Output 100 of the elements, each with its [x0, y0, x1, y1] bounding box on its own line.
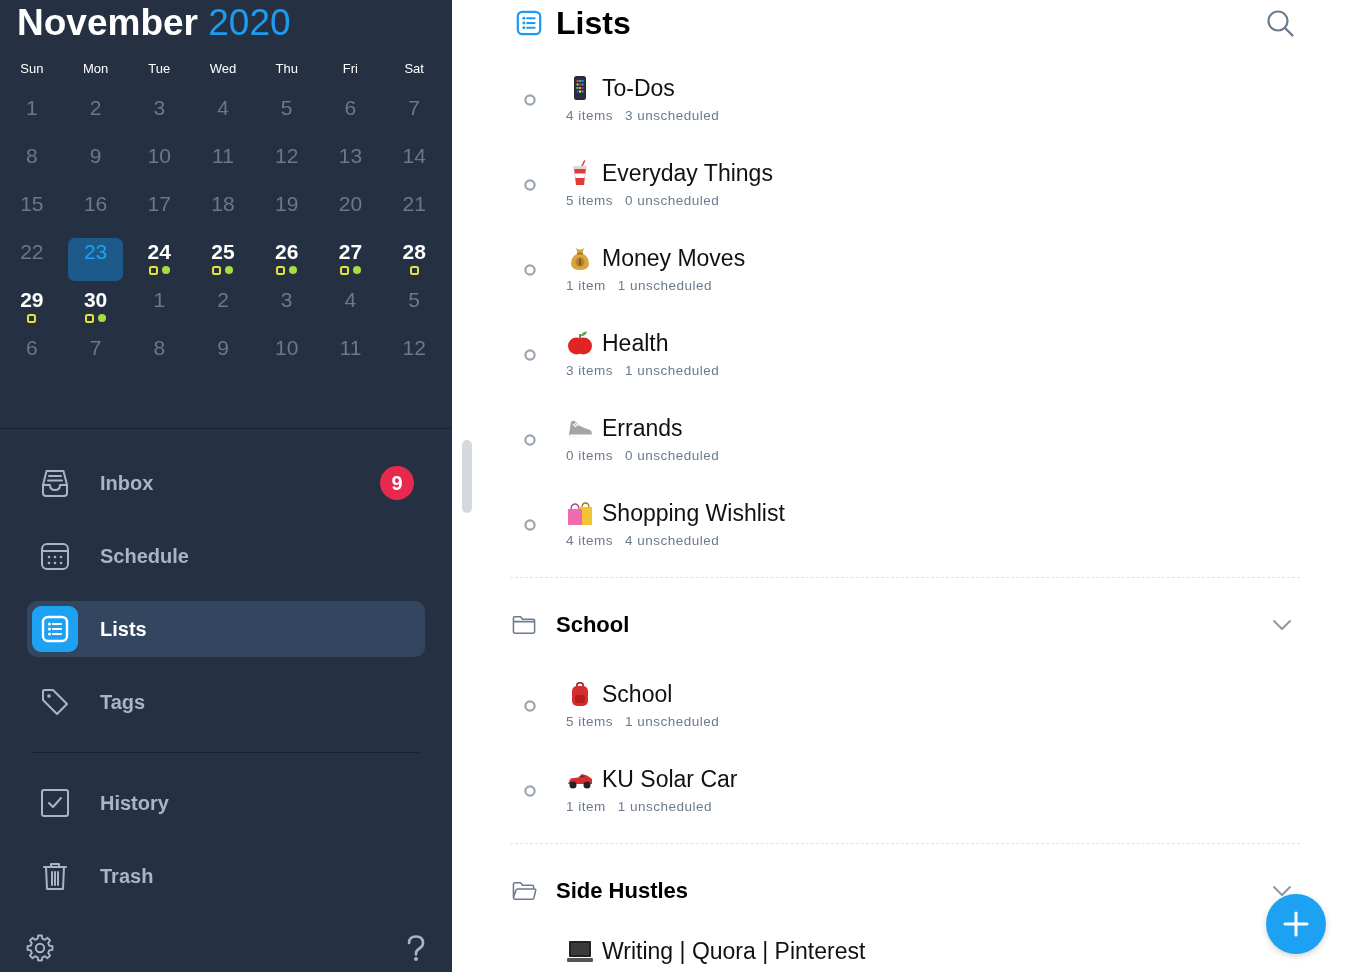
unread-count-badge: 9 — [380, 466, 414, 500]
calendar-day[interactable]: 28 — [386, 238, 442, 281]
calendar-day[interactable]: 12 — [386, 334, 442, 377]
calendar-day[interactable]: 5 — [386, 286, 442, 329]
nav-item[interactable]: Tags — [27, 674, 425, 730]
ring-icon — [524, 263, 536, 276]
folder-header[interactable]: Side Hustles — [510, 864, 1300, 918]
calendar-day[interactable]: 2 — [195, 286, 251, 329]
list-title[interactable]: To-Dos — [602, 74, 675, 102]
list-title[interactable]: KU Solar Car — [602, 765, 738, 793]
item-count: 1 item — [566, 277, 606, 295]
calendar-day[interactable]: 7 — [386, 94, 442, 137]
list-title[interactable]: Writing | Quora | Pinterest — [602, 938, 866, 964]
item-count: 3 items — [566, 362, 613, 380]
unscheduled-count: 4 unscheduled — [625, 532, 720, 550]
calendar-day[interactable]: 1 — [4, 94, 60, 137]
calendar-day[interactable]: 12 — [259, 142, 315, 185]
calendar-day[interactable]: 1 — [131, 286, 187, 329]
calendar-day[interactable]: 10 — [259, 334, 315, 377]
add-button[interactable] — [1266, 894, 1326, 954]
calendar-day[interactable]: 23 — [68, 238, 124, 281]
calendar-day[interactable]: 16 — [68, 190, 124, 233]
list-title[interactable]: School — [602, 680, 673, 708]
weekday-label: Sat — [404, 60, 424, 78]
nav-item[interactable]: Trash — [27, 848, 425, 904]
calendar-day[interactable]: 18 — [195, 190, 251, 233]
calendar-day[interactable]: 30 — [68, 286, 124, 329]
calendar-day[interactable]: 14 — [386, 142, 442, 185]
trash-icon — [40, 861, 70, 891]
checkbox-icon — [40, 788, 70, 818]
resize-handle[interactable] — [462, 440, 472, 513]
ring-icon — [524, 93, 536, 106]
calendar-day[interactable]: 22 — [4, 238, 60, 281]
list-title[interactable]: Health — [602, 329, 669, 357]
item-count: 1 item — [566, 798, 606, 816]
page-title: Lists — [556, 4, 631, 43]
calendar-day[interactable]: 3 — [259, 286, 315, 329]
weekday-label: Mon — [82, 60, 109, 78]
calendar-day[interactable]: 6 — [322, 94, 378, 137]
calendar-day[interactable]: 27 — [322, 238, 378, 281]
unscheduled-count: 0 unscheduled — [625, 192, 720, 210]
search-icon[interactable] — [1266, 9, 1294, 37]
list-title[interactable]: Everyday Things — [602, 159, 773, 187]
calendar-day[interactable]: 24 — [131, 238, 187, 281]
weekday-label: Tue — [148, 60, 171, 78]
item-count: 5 items — [566, 713, 613, 731]
calendar-day[interactable]: 5 — [259, 94, 315, 137]
calendar-day[interactable]: 15 — [4, 190, 60, 233]
calendar-day[interactable]: 8 — [131, 334, 187, 377]
calendar-day[interactable]: 29 — [4, 286, 60, 329]
calendar-day[interactable]: 11 — [322, 334, 378, 377]
calendar-day[interactable]: 17 — [131, 190, 187, 233]
chevron-down-icon[interactable] — [1272, 619, 1292, 631]
plus-icon — [1283, 911, 1309, 937]
month-year-title: November 2020 — [16, 1, 291, 45]
calendar-day[interactable]: 4 — [195, 94, 251, 137]
unscheduled-count: 1 unscheduled — [625, 362, 720, 380]
calendar-day[interactable]: 9 — [195, 334, 251, 377]
weekday-label: Thu — [275, 60, 298, 78]
calendar-day[interactable]: 2 — [68, 94, 124, 137]
chevron-down-icon[interactable] — [1272, 885, 1292, 897]
calendar-day[interactable]: 26 — [259, 238, 315, 281]
calendar-day[interactable]: 11 — [195, 142, 251, 185]
nav-item[interactable]: Lists — [27, 601, 425, 657]
nav-item[interactable]: History — [27, 775, 425, 831]
calendar-day[interactable]: 6 — [4, 334, 60, 377]
weekday-label: Wed — [209, 60, 237, 78]
unscheduled-count: 3 unscheduled — [625, 107, 720, 125]
list-title[interactable]: Errands — [602, 414, 683, 442]
item-count: 4 items — [566, 107, 613, 125]
open-folder-icon — [512, 881, 537, 901]
calendar-day[interactable]: 20 — [322, 190, 378, 233]
list-title[interactable]: Money Moves — [602, 244, 746, 272]
shopping-bags-icon — [567, 500, 593, 526]
calendar-day[interactable]: 4 — [322, 286, 378, 329]
help-icon[interactable] — [405, 934, 427, 962]
calendar-day[interactable]: 9 — [68, 142, 124, 185]
ring-icon — [524, 784, 536, 797]
calendar-day[interactable]: 25 — [195, 238, 251, 281]
unscheduled-count: 1 unscheduled — [617, 798, 713, 816]
ring-icon — [524, 178, 536, 191]
calendar-day[interactable]: 7 — [68, 334, 124, 377]
calendar-day[interactable]: 3 — [131, 94, 187, 137]
nav-item[interactable]: Schedule — [27, 528, 425, 584]
calendar-day[interactable]: 8 — [4, 142, 60, 185]
settings-icon[interactable] — [26, 934, 54, 962]
folder-header[interactable]: School — [510, 598, 1300, 652]
ring-icon — [524, 699, 536, 712]
calendar-day[interactable]: 13 — [322, 142, 378, 185]
list-icon — [515, 9, 543, 37]
list-title[interactable]: Shopping Wishlist — [602, 499, 785, 527]
nav-item[interactable]: Inbox 9 — [27, 455, 425, 511]
item-count: 0 items — [566, 447, 613, 465]
inbox-icon — [40, 468, 70, 498]
calendar-day[interactable]: 19 — [259, 190, 315, 233]
calendar-day[interactable]: 21 — [386, 190, 442, 233]
unscheduled-count: 1 unscheduled — [617, 277, 713, 295]
calendar-day[interactable]: 10 — [131, 142, 187, 185]
laptop-icon — [567, 938, 593, 964]
weekday-label: Fri — [342, 60, 358, 78]
